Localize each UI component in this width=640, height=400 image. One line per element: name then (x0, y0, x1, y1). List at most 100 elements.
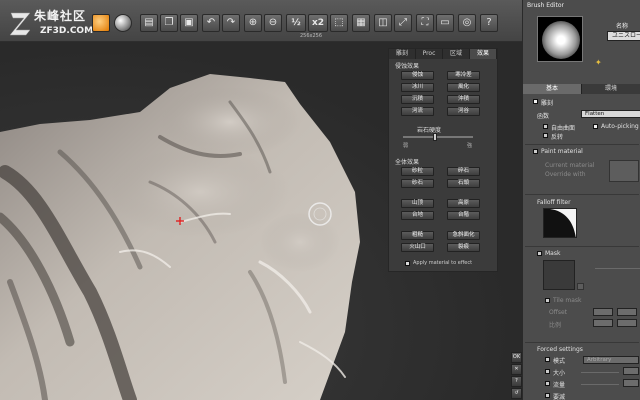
redo-icon[interactable]: ↷ (222, 14, 240, 32)
rock-hardness-slider-handle[interactable] (433, 133, 437, 141)
size-slider-track[interactable] (581, 372, 619, 373)
close-icon[interactable]: ✕ (511, 364, 522, 375)
auto-picking-checkbox[interactable] (593, 124, 598, 129)
smooth-checkbox[interactable] (545, 393, 550, 398)
mode-checkbox[interactable] (545, 357, 550, 362)
scale-y-field[interactable] (617, 319, 637, 327)
size-value-field[interactable] (623, 367, 639, 375)
reverse-checkbox[interactable] (543, 133, 548, 138)
flow-value-field[interactable] (623, 379, 639, 387)
brush-name-field[interactable]: ユニスロー (607, 31, 640, 41)
zoom-in-icon[interactable]: ⊕ (244, 14, 262, 32)
effect-button-weathering[interactable]: 風化 (447, 83, 480, 92)
brush-editor-title: Brush Editor (527, 2, 564, 9)
effect-button-terrace[interactable]: 台階 (447, 211, 480, 220)
size-checkbox[interactable] (545, 369, 550, 374)
effect-button-gravel[interactable]: 碎石 (447, 167, 480, 176)
watermark-english-text: ZF3D.COM (40, 26, 94, 36)
ok-button[interactable]: OK (511, 352, 522, 363)
function-select[interactable]: Flatten (581, 110, 640, 118)
help-icon[interactable]: ? (480, 14, 498, 32)
brush-shape-icon (542, 21, 580, 59)
material-sphere-orange-icon[interactable] (92, 14, 110, 32)
effect-button-crack[interactable]: 裂痕 (447, 243, 480, 252)
forced-settings-label: Forced settings (537, 346, 583, 353)
effect-button-erosion[interactable]: 侵蚀 (401, 71, 434, 80)
lifebuoy-icon[interactable]: ◎ (458, 14, 476, 32)
effect-button-cold[interactable]: 寒冷差 (447, 71, 480, 80)
tab-sculpt[interactable]: 雕刻 (389, 49, 416, 59)
size-label: 大小 (553, 370, 566, 377)
effect-button-valley[interactable]: 河谷 (447, 107, 480, 116)
mesh-icon[interactable]: ◫ (374, 14, 392, 32)
effect-button-mesa[interactable]: 台地 (401, 211, 434, 220)
falloff-curve-icon (544, 209, 576, 237)
effect-button-alluvial[interactable]: 沖積 (447, 95, 480, 104)
offset-x-field[interactable] (593, 308, 613, 316)
frame-icon[interactable]: ⬚ (330, 14, 348, 32)
effect-button-sand[interactable]: 砂粒 (401, 167, 434, 176)
sculpt-checkbox[interactable] (533, 99, 538, 104)
scale-x-field[interactable] (593, 319, 613, 327)
apply-material-checkbox[interactable] (405, 261, 410, 266)
free-curve-checkbox[interactable] (543, 124, 548, 129)
override-with-option[interactable]: Override with (545, 171, 586, 178)
half-resolution-button[interactable]: ½ (286, 14, 306, 32)
effect-button-rough[interactable]: 粗糙 (401, 231, 434, 240)
tab-proc[interactable]: Proc (416, 49, 443, 59)
current-material-option[interactable]: Current material (545, 162, 595, 169)
rock-hardness-slider-track[interactable] (403, 136, 473, 138)
mask-checkbox[interactable] (537, 251, 542, 256)
favorite-star-icon[interactable]: ✦ (595, 58, 602, 67)
zf3d-logo-icon (9, 12, 31, 36)
offset-y-field[interactable] (617, 308, 637, 316)
paint-material-checkbox[interactable] (533, 149, 538, 154)
mask-preview[interactable] (543, 260, 575, 290)
tab-environment[interactable]: 環境 (582, 84, 640, 94)
effect-button-crater[interactable]: 火山口 (401, 243, 434, 252)
paint-material-label: Paint material (541, 148, 583, 155)
mask-slider-track[interactable] (595, 268, 640, 269)
flow-checkbox[interactable] (545, 381, 550, 386)
grid-icon[interactable]: ▦ (352, 14, 370, 32)
double-resolution-button[interactable]: x2 (308, 14, 328, 32)
zoom-out-icon[interactable]: ⊖ (264, 14, 282, 32)
tab-region[interactable]: 区域 (443, 49, 470, 59)
material-sphere-icon[interactable] (114, 14, 132, 32)
material-swatch[interactable] (609, 160, 639, 182)
tile-mask-checkbox[interactable] (545, 298, 550, 303)
effect-button-glacier[interactable]: 冰川 (401, 83, 434, 92)
flow-slider-track[interactable] (581, 384, 619, 385)
resolution-label: 256x256 (300, 33, 323, 39)
undo-icon[interactable]: ↶ (202, 14, 220, 32)
tab-effects[interactable]: 效果 (470, 49, 497, 59)
layers-icon[interactable]: ▤ (140, 14, 158, 32)
effect-button-sandstone[interactable]: 砂石 (401, 179, 434, 188)
watermark-chinese-text: 朱峰社区 (34, 9, 87, 23)
mask-options-icon[interactable] (577, 283, 584, 290)
flow-label: 流量 (553, 382, 566, 389)
effects-panel: 雕刻 Proc 区域 效果 侵蚀效果 侵蚀 寒冷差 冰川 風化 沉積 沖積 河流… (388, 48, 498, 272)
scale-label: 比例 (549, 322, 562, 329)
reverse-label: 反转 (551, 134, 564, 141)
tab-basic[interactable]: 基本 (523, 84, 582, 94)
effect-button-river[interactable]: 河流 (401, 107, 434, 116)
mode-label: 模式 (553, 358, 566, 365)
copy-icon[interactable]: ❐ (160, 14, 178, 32)
effect-button-stone[interactable]: 石頭 (447, 179, 480, 188)
smooth-label: 要滅 (553, 394, 566, 400)
falloff-curve-editor[interactable] (543, 208, 577, 238)
effect-button-summit[interactable]: 山顶 (401, 199, 434, 208)
tile-mask-label: Tile mask (553, 297, 582, 304)
effect-button-sediment[interactable]: 沉積 (401, 95, 434, 104)
reset-icon[interactable]: ↺ (511, 388, 522, 399)
brush-preview[interactable] (537, 16, 583, 62)
paste-icon[interactable]: ▣ (180, 14, 198, 32)
fullscreen-icon[interactable]: ⛶ (416, 14, 434, 32)
effect-button-plateau[interactable]: 高原 (447, 199, 480, 208)
window-icon[interactable]: ▭ (436, 14, 454, 32)
expand-icon[interactable]: ⤢ (394, 14, 412, 32)
help-icon-small[interactable]: ? (511, 376, 522, 387)
mode-select[interactable]: Arbitrary (583, 356, 639, 364)
effect-button-steep[interactable]: 急斜面化 (447, 231, 480, 240)
